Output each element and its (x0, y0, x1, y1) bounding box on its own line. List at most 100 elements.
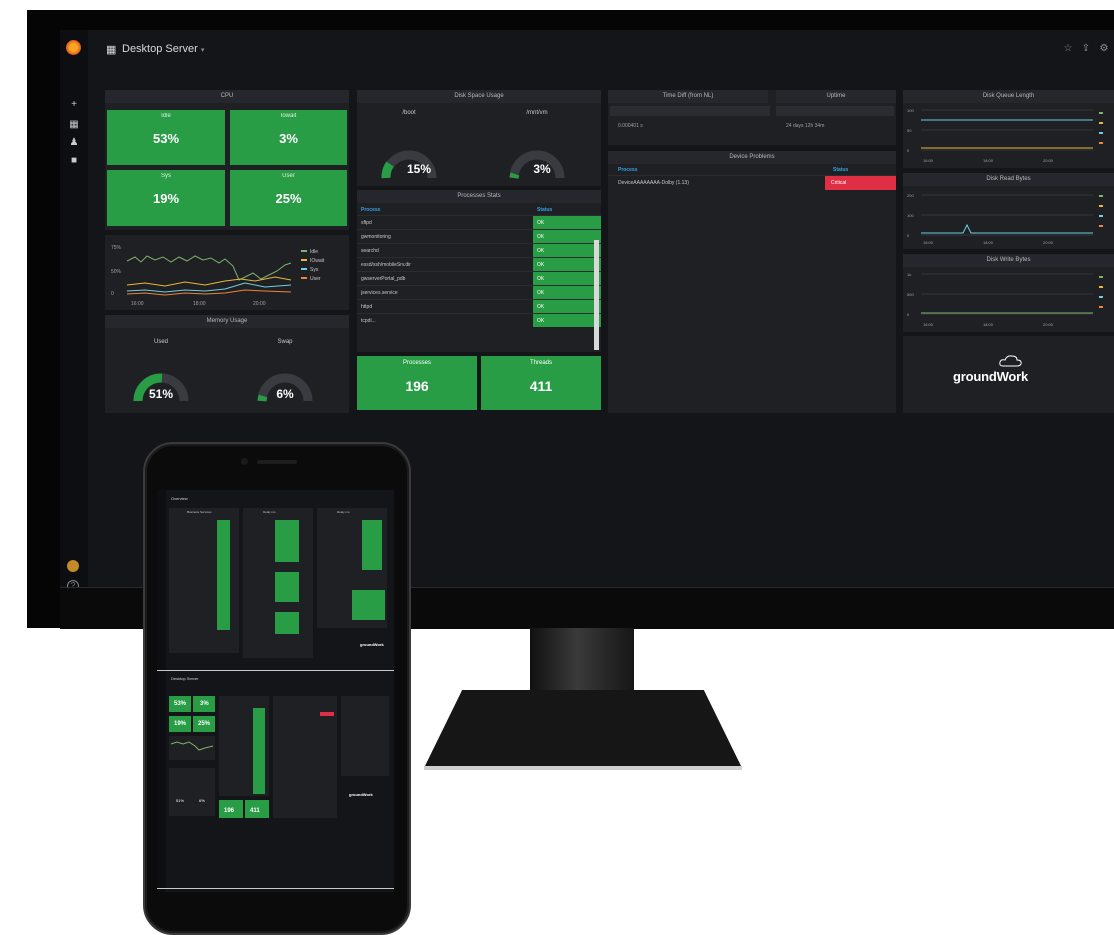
phone-top-title[interactable]: Overview (171, 496, 188, 501)
dashboard-grid-icon[interactable]: ▦ (106, 45, 116, 56)
gauge-value: 51% (148, 387, 174, 401)
y-tick: 50% (111, 269, 122, 275)
grafana-logo-icon[interactable] (66, 40, 81, 55)
phone-stat-value: 53% (174, 701, 187, 707)
phone-stat[interactable]: 411 (245, 800, 269, 818)
phone-status-column (352, 590, 385, 620)
table-row[interactable]: jservices.service OK (357, 285, 601, 300)
gauge-value: 15% (406, 162, 432, 176)
settings-button[interactable]: ⚙ (1097, 42, 1111, 56)
memory-panel: Memory Usage Used 51% Swap 6% (105, 315, 349, 413)
phone-bottom-title[interactable]: Desktop Server (171, 676, 199, 681)
phone-stat[interactable]: 25% (193, 716, 215, 732)
cpu-stat-user[interactable]: User 25% (230, 170, 347, 226)
phone-status-column (275, 520, 299, 562)
disk-space-panel: Disk Space Usage /boot 15% /mnt/vm 3% (357, 90, 601, 186)
cpu-stat-idle[interactable]: Idle 53% (107, 110, 225, 165)
gauge-label: /boot (402, 110, 416, 116)
disk-write-panel: Disk Write Bytes 1k 500 0 16:00 18:00 20… (903, 254, 1114, 332)
status-badge: OK (533, 285, 601, 300)
y-tick: 50 (907, 128, 912, 133)
legend-swatch (301, 250, 307, 252)
cpu-stat-label: Idle (161, 113, 171, 119)
phone-disk-panels (341, 696, 389, 776)
share-button[interactable]: ⇪ (1079, 42, 1093, 56)
x-tick: 16:00 (923, 158, 934, 163)
phone-stat-value: 196 (224, 808, 235, 814)
cpu-stat-iowait[interactable]: Iowait 3% (230, 110, 347, 165)
disk-space-title: Disk Space Usage (357, 90, 601, 103)
y-tick: 0 (907, 233, 910, 238)
legend-item[interactable]: IOwait (310, 258, 325, 264)
plus-icon[interactable]: + (69, 100, 79, 110)
alerts-icon[interactable]: ♟ (69, 138, 79, 148)
cpu-panel: CPU Idle 53% Iowait 3% Sys 19% User 25% (105, 90, 349, 230)
processes-table: Process Status sftpd OK gwmonitoring OK se… (357, 204, 601, 327)
device-name: DeviceAAAAAAAA-Dolby (1.13) (618, 180, 689, 186)
star-button[interactable]: ☆ (1061, 42, 1075, 56)
cpu-title: CPU (105, 90, 349, 103)
x-tick: 16:00 (131, 301, 144, 307)
column-header[interactable]: Process (357, 204, 533, 216)
top-bar: ▦ Desktop Server ▾ ☆ ⇪ ⚙ (88, 30, 1114, 70)
dashboard-title-picker[interactable]: Desktop Server ▾ (122, 43, 204, 55)
status-badge: OK (533, 271, 601, 286)
disk-write-title: Disk Write Bytes (903, 254, 1114, 267)
chevron-down-icon: ▾ (200, 47, 205, 54)
table-row[interactable]: tcpdi... OK (357, 313, 601, 327)
cpu-stat-value: 25% (275, 191, 302, 206)
time-uptime-panel: Time Diff (from NL) Uptime 0.000401 s 24… (608, 90, 896, 145)
y-tick: 1k (907, 272, 911, 277)
table-row[interactable]: gwserverPortal_pdb OK (357, 271, 601, 286)
process-name: gwserverPortal_pdb (357, 271, 533, 286)
table-row[interactable]: searchd OK (357, 243, 601, 258)
avatar[interactable] (67, 560, 79, 572)
config-icon[interactable]: ■ (69, 156, 79, 166)
brand-panel: groundWork (903, 336, 1114, 413)
cpu-stat-value: 53% (152, 131, 180, 146)
table-row[interactable]: essd/ssh/mobileSrv.dir OK (357, 257, 601, 272)
phone-speaker (257, 460, 297, 464)
phone-brand: groundWork (360, 642, 384, 647)
phone-stat-value: 25% (198, 721, 211, 727)
time-diff-value: 0.000401 s (618, 123, 643, 129)
phone-divider (157, 888, 394, 889)
table-row[interactable]: sftpd OK (357, 215, 601, 230)
x-tick: 16:00 (923, 240, 934, 245)
table-row[interactable]: httpd OK (357, 299, 601, 314)
stat-label: Processes (402, 360, 431, 366)
dashboards-icon[interactable]: ▦ (69, 120, 79, 130)
phone-body: Overview Business Services Delay ms Dela… (143, 442, 411, 935)
processes-count-stat[interactable]: Processes 196 (357, 356, 477, 410)
legend-item[interactable]: User (310, 276, 321, 282)
disk-read-panel: Disk Read Bytes 200 100 0 16:00 18:00 20… (903, 173, 1114, 249)
process-name: gwmonitoring (357, 229, 533, 244)
x-tick: 16:00 (923, 322, 934, 327)
threads-count-stat[interactable]: Threads 411 (481, 356, 601, 410)
stat-value: 196 (405, 378, 429, 394)
legend-item[interactable]: Sys (310, 267, 319, 273)
phone-stat[interactable]: 53% (169, 696, 191, 712)
status-badge: Critical (825, 176, 896, 190)
gauge-label: Used (153, 339, 168, 345)
cpu-graph[interactable]: 75% 50% 0 16:00 18:00 20:00 Idle IOwait … (105, 235, 349, 310)
column-header[interactable]: Process (618, 167, 637, 173)
process-name: essd/ssh/mobileSrv.dir (357, 257, 533, 272)
table-row[interactable]: gwmonitoring OK (357, 229, 601, 244)
cpu-stat-sys[interactable]: Sys 19% (107, 170, 225, 226)
time-diff-title: Time Diff (from NL) (608, 90, 768, 103)
table-row[interactable]: DeviceAAAAAAAA-Dolby (1.13) Critical (608, 175, 896, 190)
phone-sidebar (157, 490, 166, 892)
y-tick: 100 (907, 213, 914, 218)
phone-stat[interactable]: 19% (169, 716, 191, 732)
scrollbar[interactable] (594, 240, 599, 350)
x-tick: 20:00 (1043, 322, 1054, 327)
phone-stat[interactable]: 196 (219, 800, 243, 818)
phone-stat[interactable]: 3% (193, 696, 215, 712)
column-header[interactable]: Status (533, 204, 601, 216)
y-tick: 0 (111, 291, 114, 297)
process-name: sftpd (357, 215, 533, 230)
legend-item[interactable]: Idle (310, 249, 318, 255)
status-badge: OK (533, 299, 601, 314)
column-header[interactable]: Status (833, 167, 848, 173)
